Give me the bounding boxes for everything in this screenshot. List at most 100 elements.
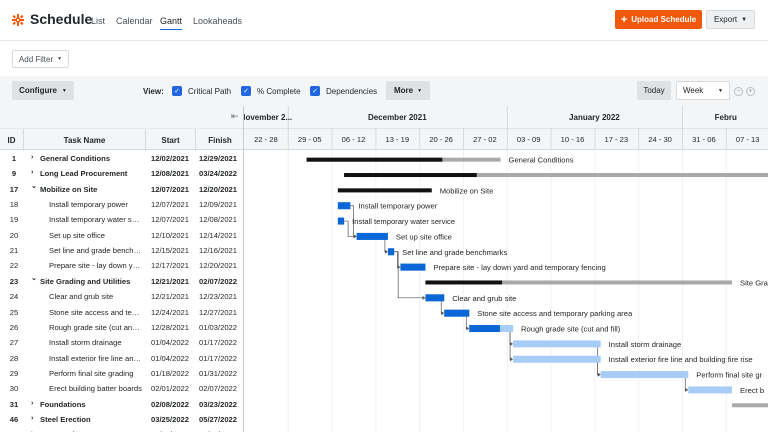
task-row[interactable]: 18 Install temporary power 12/07/2021 12/09…	[0, 198, 243, 213]
task-id: 24	[9, 292, 19, 302]
week-label: 20 - 26	[429, 135, 453, 144]
summary-bar-remaining[interactable]	[732, 403, 768, 408]
chevron-right-icon[interactable]: ›	[31, 415, 39, 422]
task-row[interactable]: 17 ⌄ Mobilize on Site 12/07/2021 12/20/2021	[0, 182, 243, 198]
dependency-arrow	[510, 341, 514, 346]
task-bar-planned[interactable]	[688, 386, 733, 394]
percent-complete-checkbox[interactable]: ✓	[241, 86, 251, 96]
bar-label: Rough grade site (cut and fill)	[521, 325, 621, 334]
column-finish[interactable]: Finish	[196, 129, 243, 151]
task-row[interactable]: 19 Install temporary water service 12/07/2…	[0, 213, 243, 228]
task-row[interactable]: 21 Set line and grade benchmarks 12/15/202…	[0, 244, 243, 259]
bar-label: Install temporary water service	[352, 217, 455, 226]
task-start: 03/25/2022	[151, 414, 190, 424]
chevron-down-icon[interactable]: ⌄	[31, 274, 39, 282]
task-finish: 03/23/2022	[199, 399, 238, 409]
task-bar-complete[interactable]	[425, 294, 445, 302]
task-row[interactable]: 23 ⌄ Site Grading and Utilities 12/21/2021 0…	[0, 274, 243, 290]
task-id: 18	[9, 200, 19, 210]
bar-label: Clear and grub site	[452, 294, 516, 303]
task-row[interactable]: 1 › General Conditions 12/02/2021 12/29/2021	[0, 152, 243, 167]
task-bar-complete[interactable]	[469, 325, 500, 333]
task-row[interactable]: 22 Prepare site - lay down yard and tempo…	[0, 259, 243, 274]
chevron-right-icon[interactable]: ›	[31, 169, 39, 176]
dependency-line	[394, 251, 400, 268]
more-button[interactable]: More ▼	[386, 81, 430, 100]
tab-list[interactable]: List	[91, 16, 105, 26]
tab-gantt[interactable]: Gantt	[160, 16, 183, 30]
add-filter-button[interactable]: Add Filter ▼	[12, 50, 69, 68]
task-name: Prepare site - lay down yard and tempora…	[49, 261, 143, 271]
task-bar-complete[interactable]	[444, 309, 470, 317]
task-row[interactable]: 53›Form and Pour Concrete - F...04/08/20…	[0, 428, 243, 432]
task-bar-complete[interactable]	[337, 202, 351, 210]
dependency-arrow	[353, 234, 357, 239]
task-bar-planned[interactable]	[600, 371, 689, 379]
task-name: General Conditions	[40, 154, 111, 163]
page-title: Schedule	[30, 11, 93, 27]
caret-down-icon: ▼	[417, 87, 423, 94]
task-row[interactable]: 24 Clear and grub site 12/21/2021 12/23/202…	[0, 290, 243, 305]
task-id: 31	[9, 399, 19, 409]
task-name: Stone site access and temporary parking …	[49, 307, 143, 317]
task-bar-complete[interactable]	[356, 232, 388, 240]
task-id: 20	[9, 230, 19, 240]
zoom-out-icon[interactable]: −	[734, 87, 743, 96]
task-bar-complete[interactable]	[387, 248, 395, 256]
task-row[interactable]: 31 › Foundations 02/08/2022 03/23/2022	[0, 398, 243, 413]
collapse-grid-icon[interactable]: ⇤	[231, 111, 239, 122]
today-button[interactable]: Today	[637, 81, 671, 100]
configure-button[interactable]: Configure ▼	[12, 81, 74, 100]
task-start: 12/07/2021	[151, 200, 190, 210]
task-row[interactable]: 26 Rough grade site (cut and fill) 12/28/2…	[0, 321, 243, 336]
task-row[interactable]: 46 › Steel Erection 03/25/2022 05/27/2022	[0, 413, 243, 428]
month-label: January 2022	[569, 113, 620, 122]
chevron-down-icon[interactable]: ⌄	[31, 182, 39, 190]
task-start: 01/04/2022	[151, 338, 190, 348]
task-bar-complete[interactable]	[337, 217, 345, 225]
week-label: 27 - 02	[473, 135, 497, 144]
task-start: 02/08/2022	[151, 399, 190, 409]
chevron-right-icon[interactable]: ›	[31, 154, 39, 161]
bar-label: Set line and grade benchmarks	[402, 248, 507, 257]
bar-label: General Conditions	[509, 156, 574, 165]
export-button[interactable]: Export ▼	[706, 10, 755, 29]
task-bar-planned[interactable]	[513, 355, 601, 363]
summary-bar-complete[interactable]	[337, 188, 432, 193]
plus-icon: +	[620, 13, 628, 26]
critical-path-checkbox[interactable]: ✓	[172, 86, 182, 96]
tab-lookaheads[interactable]: Lookaheads	[193, 16, 242, 26]
column-start[interactable]: Start	[146, 129, 196, 151]
column-id[interactable]: ID	[0, 129, 24, 151]
task-row[interactable]: 20 Set up site office 12/10/2021 12/14/2021	[0, 229, 243, 244]
task-bar-planned[interactable]	[513, 340, 601, 348]
summary-bar-complete[interactable]	[344, 173, 477, 178]
task-id: 46	[9, 414, 19, 424]
task-row[interactable]: 25 Stone site access and temporary parkin…	[0, 306, 243, 321]
task-bar-complete[interactable]	[400, 263, 426, 271]
column-task-name[interactable]: Task Name	[24, 129, 146, 151]
task-finish: 12/09/2021	[199, 200, 238, 210]
task-row[interactable]: 29 Perform final site grading 01/18/2022 01…	[0, 367, 243, 382]
task-row[interactable]: 9 › Long Lead Procurement 12/08/2021 03/24/2…	[0, 167, 243, 182]
summary-bar-complete[interactable]	[425, 280, 503, 285]
tab-calendar[interactable]: Calendar	[116, 16, 153, 26]
task-start: 12/17/2021	[151, 261, 190, 271]
task-row[interactable]: 28 Install exterior fire line and buildin…	[0, 352, 243, 367]
task-finish: 05/27/2022	[199, 414, 238, 424]
upload-schedule-button[interactable]: + Upload Schedule	[615, 10, 702, 29]
task-start: 01/18/2022	[151, 368, 190, 378]
task-row[interactable]: 27 Install storm drainage 01/04/2022 01/17/…	[0, 336, 243, 351]
dependencies-checkbox[interactable]: ✓	[310, 86, 320, 96]
timescale-select[interactable]: Week ▼	[676, 81, 730, 100]
task-row[interactable]: 30 Erect building batter boards 02/01/2022…	[0, 382, 243, 397]
task-finish: 01/17/2022	[199, 338, 238, 348]
task-finish: 12/14/2021	[199, 230, 238, 240]
chevron-right-icon[interactable]: ›	[31, 400, 39, 407]
task-start: 12/08/2021	[151, 169, 190, 179]
task-finish: 12/20/2021	[199, 261, 238, 271]
summary-bar-complete[interactable]	[306, 157, 443, 162]
task-start: 12/10/2021	[151, 230, 190, 240]
task-id: 19	[9, 215, 19, 225]
zoom-in-icon[interactable]: +	[746, 87, 755, 96]
